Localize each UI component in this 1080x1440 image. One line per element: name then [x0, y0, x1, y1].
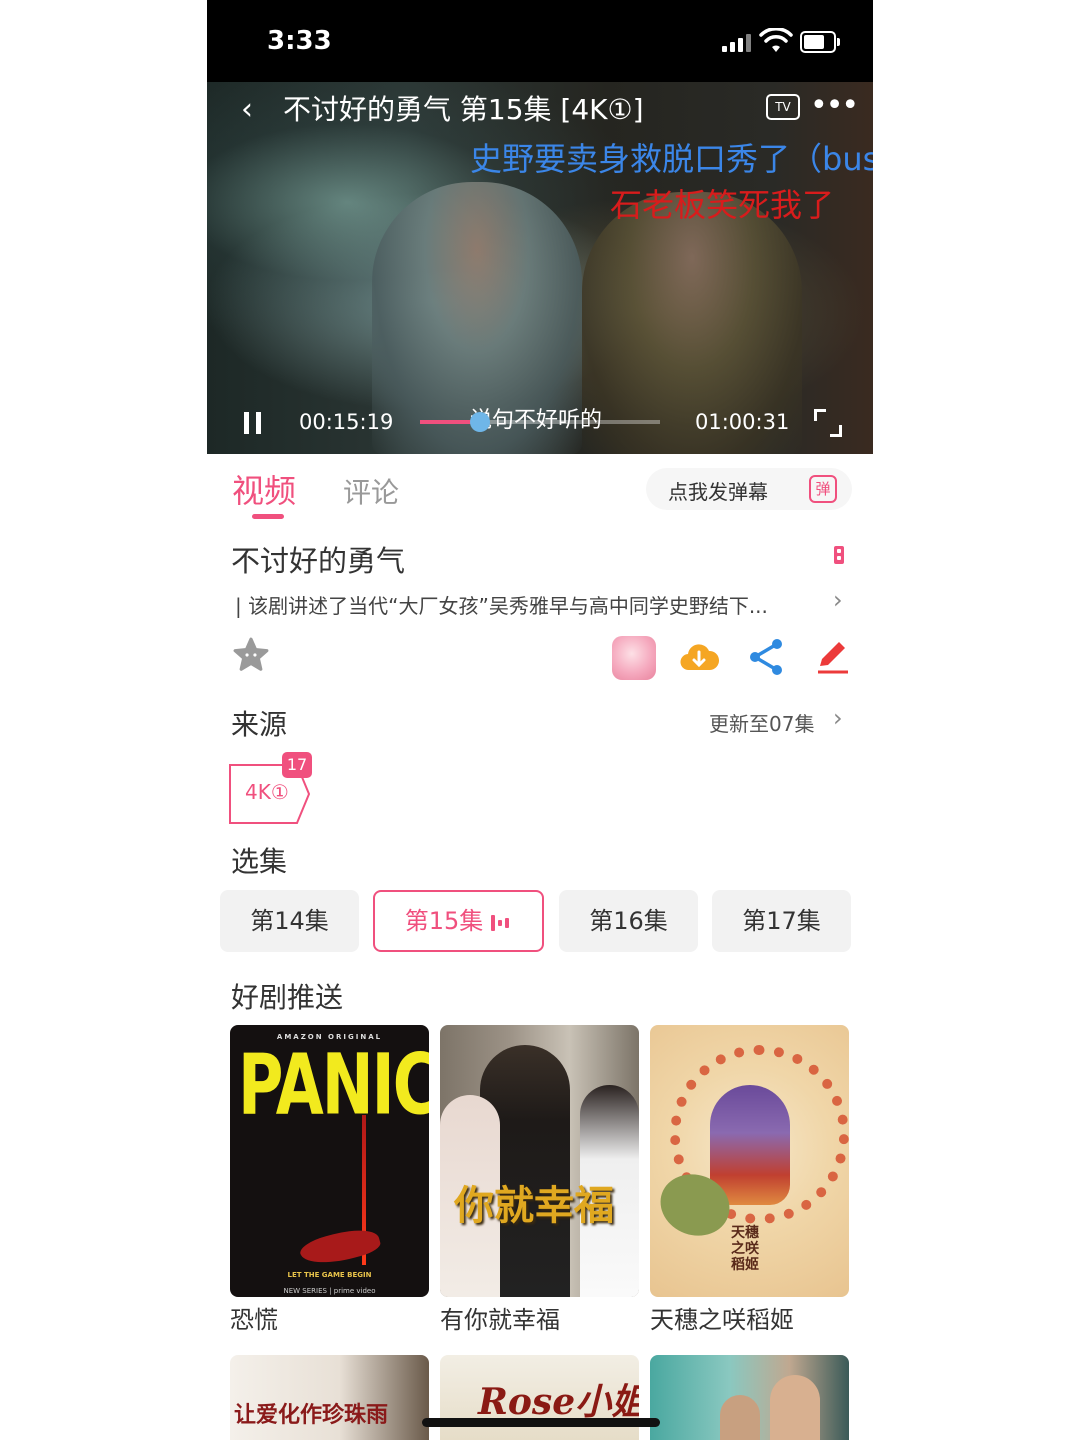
danmaku-comment: 史野要卖身救脱口秀了（bus	[470, 140, 873, 178]
tab-comments[interactable]: 评论	[343, 471, 399, 511]
wifi-icon	[759, 28, 793, 52]
tab-video[interactable]: 视频	[232, 466, 296, 512]
poster-title: 天穗之咲稻姬	[731, 1225, 759, 1273]
chevron-right-icon[interactable]: ›	[833, 586, 843, 614]
info-icon[interactable]	[834, 546, 844, 564]
poster-panic[interactable]: AMAZON ORIGINAL PANIC LET THE GAME BEGIN…	[230, 1025, 429, 1297]
synopsis[interactable]: | 该剧讲述了当代“大厂女孩”吴秀雅早与高中同学史野结下...	[235, 590, 820, 619]
progress-thumb[interactable]	[470, 412, 490, 432]
current-time: 00:15:19	[299, 410, 394, 434]
episodes-heading: 选集	[231, 845, 288, 878]
danmaku-comment: 石老板笑死我了	[610, 186, 835, 224]
avatar-sticker-icon[interactable]	[612, 636, 656, 680]
send-danmaku-label: 点我发弹幕	[668, 480, 768, 504]
poster-recommend[interactable]: 让爱化作珍珠雨	[230, 1355, 429, 1440]
share-icon[interactable]	[746, 637, 786, 677]
video-player[interactable]: ‹ 不讨好的勇气 第15集 [4K①] TV ••• 史野要卖身救脱口秀了（bu…	[207, 82, 873, 454]
episode-button[interactable]: 第14集	[220, 890, 359, 952]
duration: 01:00:31	[695, 410, 790, 434]
episode-button-active[interactable]: 第15集	[373, 890, 544, 952]
poster-title: PANIC	[238, 1035, 429, 1134]
more-icon[interactable]: •••	[810, 88, 859, 123]
fullscreen-icon[interactable]	[814, 409, 842, 437]
phone-screen: 3:33 ‹ 不讨好的勇气 第15集 [4K①] TV ••• 史野要卖身救脱口…	[207, 0, 873, 1440]
poster-tensui[interactable]: 天穗之咲稻姬	[650, 1025, 849, 1297]
home-indicator[interactable]	[422, 1418, 660, 1427]
cast-tv-icon[interactable]: TV	[766, 94, 800, 120]
send-danmaku-button[interactable]: 点我发弹幕 弹	[646, 468, 852, 510]
recommend-title[interactable]: 天穗之咲稻姬	[650, 1300, 794, 1335]
poster-recommend[interactable]: Rose小姐	[440, 1355, 639, 1440]
chevron-right-icon[interactable]: ›	[833, 704, 843, 732]
danmaku-icon: 弹	[809, 475, 837, 503]
status-bar: 3:33	[207, 0, 873, 82]
poster-sub-text: LET THE GAME BEGIN	[287, 1271, 372, 1279]
danmaku-comment: 说句不好听的	[470, 408, 603, 433]
poster-foot-text: NEW SERIES | prime video	[283, 1287, 376, 1295]
source-tag-label: 4K①	[245, 780, 289, 804]
playing-bars-icon	[491, 893, 512, 951]
back-icon[interactable]: ‹	[241, 92, 271, 127]
cellular-signal-icon	[722, 32, 752, 52]
episode-label: 第15集	[404, 907, 484, 935]
recommend-title[interactable]: 有你就幸福	[440, 1300, 560, 1335]
status-time: 3:33	[267, 26, 332, 56]
pause-button[interactable]	[244, 412, 262, 434]
show-title: 不讨好的勇气	[231, 544, 406, 578]
source-heading: 来源	[231, 708, 288, 741]
edit-pencil-icon[interactable]	[812, 636, 852, 676]
favorite-star-icon[interactable]	[232, 636, 270, 674]
poster-youni[interactable]: 你就幸福	[440, 1025, 639, 1297]
source-count-badge: 17	[282, 752, 312, 778]
episode-button[interactable]: 第16集	[559, 890, 698, 952]
battery-icon	[800, 31, 840, 53]
video-title: 不讨好的勇气 第15集 [4K①]	[283, 93, 644, 126]
download-cloud-icon[interactable]	[679, 640, 719, 674]
progress-bar[interactable]	[420, 412, 660, 432]
recommend-title[interactable]: 恐慌	[230, 1300, 278, 1335]
poster-recommend[interactable]	[650, 1355, 849, 1440]
recommend-heading: 好剧推送	[231, 981, 344, 1014]
episode-button[interactable]: 第17集	[712, 890, 851, 952]
poster-title: 让爱化作珍珠雨	[234, 1402, 389, 1428]
poster-title: 你就幸福	[454, 1183, 614, 1229]
tab-active-indicator	[252, 514, 284, 519]
update-status[interactable]: 更新至07集	[709, 708, 814, 737]
